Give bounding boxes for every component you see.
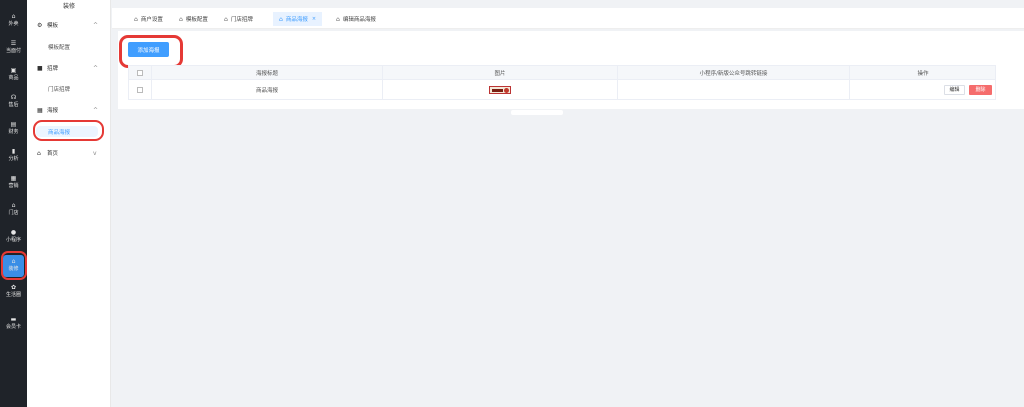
rail-item-label: 财务 (8, 129, 19, 135)
store-icon: ⌂ (134, 15, 138, 23)
rail-item-life-circle[interactable]: ✿ 生活圈 (0, 281, 27, 303)
store-icon: ⌂ (179, 15, 183, 23)
gift-icon: ▦ (10, 175, 17, 182)
rail-item-store[interactable]: ⌂ 门店 (0, 199, 27, 221)
header-link: 小程序/新版公众号跳转链接 (617, 66, 849, 79)
header-actions: 操作 (849, 66, 996, 79)
sidebar-title: 装修 (62, 3, 75, 10)
tab-label: 商户设置 (140, 17, 163, 23)
tab-template-config[interactable]: ⌂ 模板配置 (179, 12, 208, 26)
rail-item-label: 营销 (8, 183, 19, 189)
store-icon: ⌂ (11, 202, 16, 209)
delete-button[interactable]: 删除 (969, 84, 992, 95)
sidebar-group-label: 海报 (47, 108, 59, 114)
tab-goods-poster[interactable]: ⌂ 商品海报 × (273, 12, 323, 26)
list-icon: ☰ (10, 40, 17, 47)
home-icon: ⌂ (11, 13, 16, 20)
rail-item-label: 商品 (8, 75, 19, 81)
rail-item-takeout[interactable]: ⌂ 外卖 (0, 10, 27, 32)
close-icon[interactable]: × (312, 16, 316, 22)
chevron-down-icon: v (93, 149, 97, 157)
rail-item-marketing[interactable]: ▦ 营销 (0, 172, 27, 194)
chevron-up-icon: ^ (93, 21, 99, 29)
rail-item-goods[interactable]: ▣ 商品 (0, 64, 27, 86)
highlight-ring-add-button (119, 35, 183, 68)
gear-icon: ⚙ (37, 21, 43, 29)
headset-icon: ☊ (10, 94, 17, 101)
poster-icon: ▦ (37, 106, 43, 114)
cell-actions: 编辑 删除 (849, 80, 996, 99)
header-title: 海报标题 (151, 66, 382, 79)
sidebar-item-label: 门店招牌 (48, 87, 71, 93)
rail-item-label: 外卖 (8, 21, 19, 27)
tab-label: 编辑商品海报 (342, 17, 376, 23)
flower-icon: ✿ (10, 284, 17, 291)
chevron-up-icon: ^ (93, 64, 99, 72)
home-icon: ⌂ (37, 149, 41, 157)
store-icon: ⌂ (279, 15, 283, 23)
store-icon: ⌂ (336, 15, 340, 23)
tab-store-signboard[interactable]: ⌂ 门店招牌 (224, 12, 253, 26)
rail-item-face-pay[interactable]: ☰ 当面付 (0, 37, 27, 59)
goods-icon: ▣ (10, 67, 17, 74)
sidebar: 装修 ⚙ 模板 ^ 模板配置 ■ 招牌 ^ 门店招牌 ▦ 海报 ^ 商品海报 ⌂… (27, 0, 111, 407)
sidebar-group-label: 招牌 (47, 66, 59, 72)
left-rail: ⌂ 外卖 ☰ 当面付 ▣ 商品 ☊ 售后 ▤ 财务 ▮ 分析 ▦ 营销 ⌂ 门店… (0, 0, 27, 407)
header-image: 图片 (382, 66, 617, 79)
checkbox[interactable] (137, 86, 143, 93)
bar-chart-icon: ▮ (11, 148, 16, 155)
row-select[interactable] (129, 80, 151, 99)
cell-title: 商品海报 (151, 80, 382, 99)
horizontal-scrollbar[interactable] (511, 110, 563, 115)
sidebar-item-template-config[interactable]: 模板配置 (27, 41, 111, 53)
rail-item-analysis[interactable]: ▮ 分析 (0, 145, 27, 167)
store-icon: ⌂ (224, 15, 228, 23)
highlight-ring-sidebar (33, 120, 104, 141)
sidebar-item-label: 模板配置 (48, 45, 71, 51)
rail-item-label: 分析 (8, 156, 19, 162)
sidebar-group-poster[interactable]: ▦ 海报 ^ (27, 104, 111, 116)
sidebar-group-home[interactable]: ⌂ 首页 v (27, 147, 111, 159)
rail-item-label: 售后 (8, 102, 19, 108)
signboard-icon: ■ (37, 64, 43, 72)
card-icon: ▬ (10, 316, 17, 323)
tab-label: 门店招牌 (230, 17, 253, 23)
tab-merchant-settings[interactable]: ⌂ 商户设置 (134, 12, 163, 26)
sidebar-group-label: 模板 (47, 23, 59, 29)
header-select-all[interactable] (129, 66, 151, 79)
wallet-icon: ▤ (10, 121, 17, 128)
cell-link (617, 80, 849, 99)
rail-item-mini-program[interactable]: ● 小程序 (0, 226, 27, 248)
chat-icon: ● (10, 229, 17, 236)
chevron-up-icon: ^ (93, 106, 99, 114)
table-row: 商品海报 编辑 删除 (128, 80, 996, 100)
rail-item-after-sale[interactable]: ☊ 售后 (0, 91, 27, 113)
edit-button[interactable]: 编辑 (944, 84, 965, 95)
table-header: 海报标题 图片 小程序/新版公众号跳转链接 操作 (128, 65, 996, 80)
rail-item-label: 小程序 (5, 237, 21, 243)
checkbox[interactable] (137, 69, 143, 76)
sidebar-group-signboard[interactable]: ■ 招牌 ^ (27, 62, 111, 74)
tab-label: 商品海报 (285, 17, 308, 23)
highlight-ring-rail (1, 251, 27, 280)
rail-item-label: 当面付 (5, 48, 21, 54)
rail-item-label: 门店 (8, 210, 19, 216)
sidebar-group-label: 首页 (47, 151, 59, 157)
sidebar-item-store-signboard[interactable]: 门店招牌 (27, 83, 111, 95)
poster-thumbnail[interactable] (489, 85, 511, 94)
tab-label: 模板配置 (185, 17, 208, 23)
rail-item-label: 会员卡 (5, 324, 21, 330)
rail-item-label: 生活圈 (5, 292, 21, 298)
rail-item-member-card[interactable]: ▬ 会员卡 (0, 313, 27, 335)
tab-edit-goods-poster[interactable]: ⌂ 编辑商品海报 (336, 12, 376, 26)
tab-bar: ⌂ 商户设置 ⌂ 模板配置 ⌂ 门店招牌 ⌂ 商品海报 × ⌂ 编辑商品海报 (112, 8, 1024, 29)
rail-item-finance[interactable]: ▤ 财务 (0, 118, 27, 140)
cell-image (382, 80, 617, 99)
sidebar-group-template[interactable]: ⚙ 模板 ^ (27, 19, 111, 31)
